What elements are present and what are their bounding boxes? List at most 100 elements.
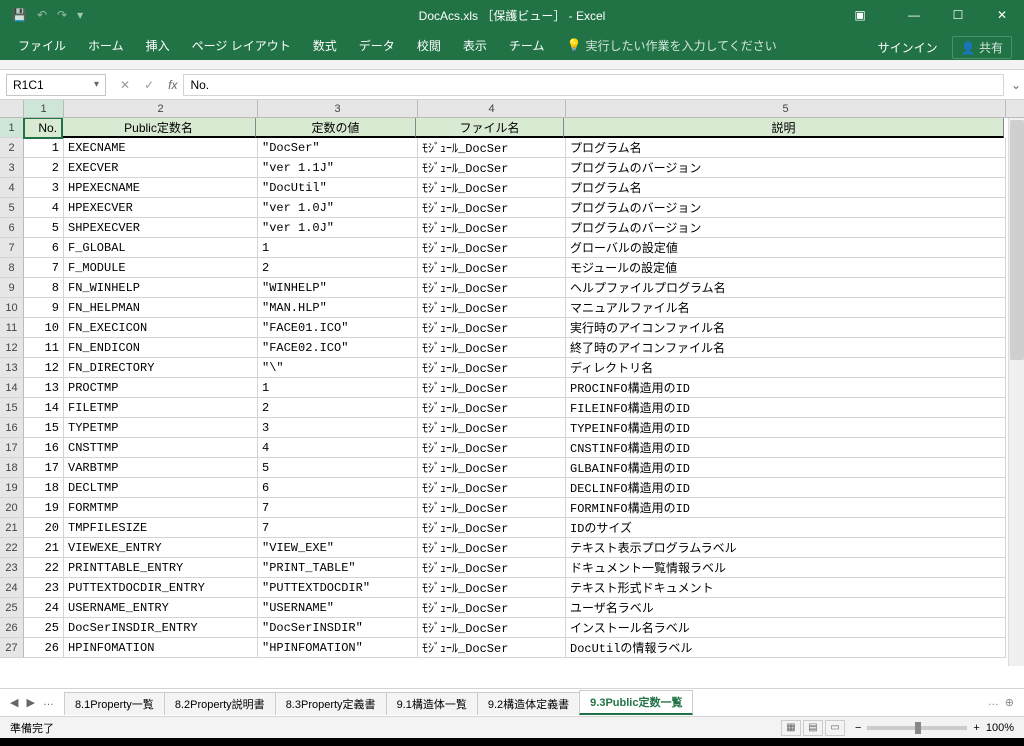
cell-desc[interactable]: 実行時のアイコンファイル名 — [566, 318, 1006, 338]
cell-value[interactable]: "FACE01.ICO" — [258, 318, 418, 338]
sheet-tab[interactable]: 8.2Property説明書 — [164, 692, 276, 715]
cell-desc[interactable]: FORMINFO構造用のID — [566, 498, 1006, 518]
ribbon-tab-pagelayout[interactable]: ページ レイアウト — [192, 37, 291, 54]
cell-file[interactable]: ﾓｼﾞｭｰﾙ_DocSer — [418, 258, 566, 278]
row-header[interactable]: 4 — [0, 178, 24, 198]
zoom-in-icon[interactable]: + — [973, 722, 979, 734]
sheet-nav-prev-icon[interactable]: ◀ — [10, 696, 18, 709]
zoom-out-icon[interactable]: − — [855, 722, 861, 734]
sheet-tab[interactable]: 9.3Public定数一覧 — [579, 690, 693, 715]
cell-file[interactable]: ﾓｼﾞｭｰﾙ_DocSer — [418, 218, 566, 238]
cell-file[interactable]: ﾓｼﾞｭｰﾙ_DocSer — [418, 338, 566, 358]
row-header[interactable]: 3 — [0, 158, 24, 178]
view-normal-icon[interactable]: ▦ — [781, 720, 801, 736]
col-header-2[interactable]: 2 — [64, 100, 258, 117]
row-header[interactable]: 17 — [0, 438, 24, 458]
ribbon-tab-file[interactable]: ファイル — [18, 37, 66, 54]
cell-no[interactable]: 8 — [24, 278, 64, 298]
row-header[interactable]: 8 — [0, 258, 24, 278]
maximize-icon[interactable]: ☐ — [936, 0, 980, 30]
cell-no[interactable]: 19 — [24, 498, 64, 518]
cell-desc[interactable]: マニュアルファイル名 — [566, 298, 1006, 318]
cell-no[interactable]: 3 — [24, 178, 64, 198]
formula-input[interactable]: No. — [183, 74, 1004, 96]
cell-value[interactable]: "DocSerINSDIR" — [258, 618, 418, 638]
row-header[interactable]: 7 — [0, 238, 24, 258]
ribbon-tab-home[interactable]: ホーム — [88, 37, 124, 54]
cell-value[interactable]: "\" — [258, 358, 418, 378]
cell-desc[interactable]: ユーザ名ラベル — [566, 598, 1006, 618]
col-header-5[interactable]: 5 — [566, 100, 1006, 117]
cell-file[interactable]: ﾓｼﾞｭｰﾙ_DocSer — [418, 298, 566, 318]
cell-file[interactable]: ﾓｼﾞｭｰﾙ_DocSer — [418, 238, 566, 258]
row-header[interactable]: 16 — [0, 418, 24, 438]
cell-value[interactable]: "FACE02.ICO" — [258, 338, 418, 358]
row-header[interactable]: 13 — [0, 358, 24, 378]
cell-no[interactable]: 2 — [24, 158, 64, 178]
cell-file[interactable]: ﾓｼﾞｭｰﾙ_DocSer — [418, 538, 566, 558]
sheet-nav-more-icon[interactable]: … — [43, 696, 54, 709]
cell-value[interactable]: 1 — [258, 238, 418, 258]
cell-desc[interactable]: プログラムのバージョン — [566, 158, 1006, 178]
cell-value[interactable]: 1 — [258, 378, 418, 398]
cell-desc[interactable]: テキスト形式ドキュメント — [566, 578, 1006, 598]
cell-name[interactable]: PUTTEXTDOCDIR_ENTRY — [64, 578, 258, 598]
cell-no[interactable]: 7 — [24, 258, 64, 278]
cell-name[interactable]: VIEWEXE_ENTRY — [64, 538, 258, 558]
cell-no[interactable]: 22 — [24, 558, 64, 578]
cell-name[interactable]: FORMTMP — [64, 498, 258, 518]
cell-file[interactable]: ﾓｼﾞｭｰﾙ_DocSer — [418, 438, 566, 458]
cell-name[interactable]: VARBTMP — [64, 458, 258, 478]
row-header[interactable]: 19 — [0, 478, 24, 498]
row-header[interactable]: 22 — [0, 538, 24, 558]
cell-name[interactable]: F_MODULE — [64, 258, 258, 278]
cell-no[interactable]: 13 — [24, 378, 64, 398]
cell-no[interactable]: 18 — [24, 478, 64, 498]
save-icon[interactable]: 💾 — [12, 8, 27, 22]
sheet-tab[interactable]: 8.1Property一覧 — [64, 692, 165, 715]
cell-name[interactable]: FN_HELPMAN — [64, 298, 258, 318]
cell-desc[interactable]: DECLINFO構造用のID — [566, 478, 1006, 498]
cell-value[interactable]: "USERNAME" — [258, 598, 418, 618]
header-value[interactable]: 定数の値 — [256, 118, 416, 138]
cell-file[interactable]: ﾓｼﾞｭｰﾙ_DocSer — [418, 138, 566, 158]
cell-value[interactable]: "ver 1.0J" — [258, 218, 418, 238]
row-header[interactable]: 27 — [0, 638, 24, 658]
cell-file[interactable]: ﾓｼﾞｭｰﾙ_DocSer — [418, 378, 566, 398]
cell-no[interactable]: 26 — [24, 638, 64, 658]
cell-file[interactable]: ﾓｼﾞｭｰﾙ_DocSer — [418, 618, 566, 638]
row-header[interactable]: 26 — [0, 618, 24, 638]
col-header-4[interactable]: 4 — [418, 100, 566, 117]
vertical-scrollbar[interactable] — [1008, 118, 1024, 666]
row-header[interactable]: 20 — [0, 498, 24, 518]
col-header-3[interactable]: 3 — [258, 100, 418, 117]
cell-desc[interactable]: ヘルプファイルプログラム名 — [566, 278, 1006, 298]
col-header-1[interactable]: 1 — [24, 100, 64, 117]
cell-name[interactable]: HPEXECVER — [64, 198, 258, 218]
cell-desc[interactable]: CNSTINFO構造用のID — [566, 438, 1006, 458]
row-header[interactable]: 12 — [0, 338, 24, 358]
cell-value[interactable]: "PUTTEXTDOCDIR" — [258, 578, 418, 598]
cell-no[interactable]: 11 — [24, 338, 64, 358]
cell-value[interactable]: "ver 1.1J" — [258, 158, 418, 178]
cell-value[interactable]: "WINHELP" — [258, 278, 418, 298]
zoom-thumb[interactable] — [915, 722, 921, 734]
cell-value[interactable]: 4 — [258, 438, 418, 458]
cell-no[interactable]: 21 — [24, 538, 64, 558]
cell-file[interactable]: ﾓｼﾞｭｰﾙ_DocSer — [418, 558, 566, 578]
undo-icon[interactable]: ↶ — [37, 8, 47, 22]
view-pagelayout-icon[interactable]: ▤ — [803, 720, 823, 736]
cell-value[interactable]: "PRINT_TABLE" — [258, 558, 418, 578]
chevron-down-icon[interactable]: ▾ — [94, 79, 99, 90]
cell-no[interactable]: 9 — [24, 298, 64, 318]
cell-value[interactable]: "VIEW_EXE" — [258, 538, 418, 558]
cell-no[interactable]: 20 — [24, 518, 64, 538]
cell-desc[interactable]: GLBAINFO構造用のID — [566, 458, 1006, 478]
cell-desc[interactable]: インストール名ラベル — [566, 618, 1006, 638]
row-header[interactable]: 15 — [0, 398, 24, 418]
redo-icon[interactable]: ↷ — [57, 8, 67, 22]
cell-desc[interactable]: グローバルの設定値 — [566, 238, 1006, 258]
cell-value[interactable]: 6 — [258, 478, 418, 498]
cell-desc[interactable]: ドキュメント一覧情報ラベル — [566, 558, 1006, 578]
row-header[interactable]: 6 — [0, 218, 24, 238]
